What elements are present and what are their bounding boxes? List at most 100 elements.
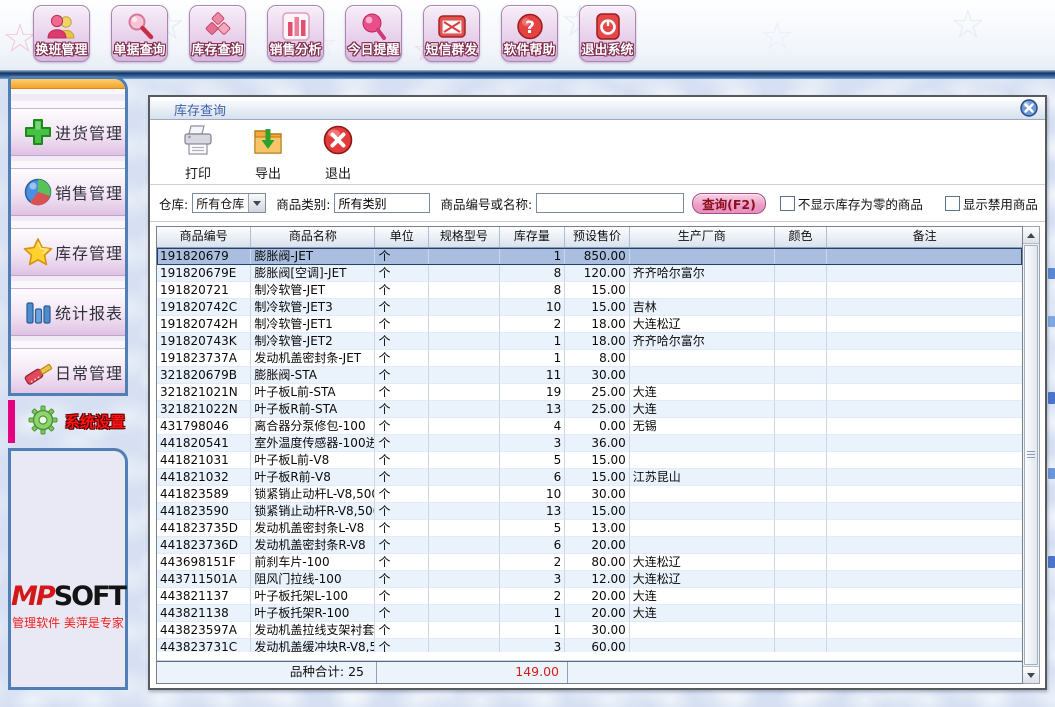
checkbox-icon[interactable] [780, 196, 795, 211]
column-header[interactable]: 规格型号 [429, 227, 500, 247]
table-row[interactable]: 443823731C发动机盖缓冲块R-V8,50个360.00 [157, 639, 1022, 652]
column-header[interactable]: 商品名称 [251, 227, 375, 247]
window-titlebar[interactable]: 库存查询 [150, 97, 1045, 120]
table-row[interactable]: 191820679E膨胀阀[空调]-JET个8120.00齐齐哈尔富尔 [157, 265, 1022, 282]
table-row[interactable]: 191820743K制冷软管-JET2个118.00齐齐哈尔富尔 [157, 333, 1022, 350]
table-row[interactable]: 191820679膨胀阀-JET个1850.00 [157, 248, 1022, 265]
table-row[interactable]: 441823590锁紧销止动杆R-V8,5000个1315.00 [157, 503, 1022, 520]
topbar-button-sales-analysis[interactable]: 销售分析 [267, 5, 324, 62]
hide-zero-stock-checkbox[interactable]: 不显示库存为零的商品 [780, 194, 923, 213]
table-row[interactable]: 441821032叶子板R前-V8个615.00江苏昆山 [157, 469, 1022, 486]
cell: 江苏昆山 [630, 469, 775, 486]
cell: 大连 [630, 605, 775, 622]
cell: 191820743K [157, 333, 251, 350]
cell: 441823589 [157, 486, 251, 503]
cell [827, 367, 1022, 384]
column-header[interactable]: 预设售价 [565, 227, 630, 247]
table-row[interactable]: 441823736D发动机盖密封条R-V8个620.00 [157, 537, 1022, 554]
topbar-button-document-query[interactable]: 单据查询 [111, 5, 168, 62]
top-toolbar: ☆ ☆ ☆ ☆ ☆ ☆ ☆ 换班管理 [0, 0, 1055, 70]
table-row[interactable]: 431798046离合器分泵修包-100个40.00无锡 [157, 418, 1022, 435]
chevron-down-icon[interactable] [248, 194, 265, 212]
scrollbar-thumb[interactable] [1024, 245, 1038, 665]
sidebar-item-label: 进货管理 [55, 120, 123, 144]
topbar-button-label: 单据查询 [113, 44, 165, 58]
sidebar-item-sales-management[interactable]: 销售管理 [11, 168, 125, 216]
print-button[interactable]: 打印 [170, 123, 226, 181]
checkbox-icon[interactable] [945, 196, 960, 211]
column-header[interactable]: 库存量 [500, 227, 566, 247]
table-row[interactable]: 441820541室外温度传感器-100进口个336.00 [157, 435, 1022, 452]
category-input[interactable] [334, 193, 430, 213]
table-row[interactable]: 443823597A发动机盖拉线支架衬套-个130.00 [157, 622, 1022, 639]
cell [827, 350, 1022, 367]
brand-panel: MPSOFT 管理软件 美萍是专家 [8, 448, 128, 690]
cell [630, 622, 775, 639]
exit-button[interactable]: 退出 [310, 123, 366, 181]
topbar-button-inventory-query[interactable]: 库存查询 [189, 5, 246, 62]
cell: 443711501A [157, 571, 251, 588]
cell: 个 [375, 282, 429, 299]
cell [827, 316, 1022, 333]
cell [630, 350, 775, 367]
cell: 20.00 [565, 605, 630, 622]
cell: 个 [375, 571, 429, 588]
query-button[interactable]: 查询(F2) [692, 193, 766, 214]
table-row[interactable]: 441821031叶子板L前-V8个515.00 [157, 452, 1022, 469]
cell: 441820541 [157, 435, 251, 452]
cell [429, 469, 500, 486]
column-header[interactable]: 备注 [827, 227, 1022, 247]
table-row[interactable]: 321821022N叶子板R前-STA个1325.00大连 [157, 401, 1022, 418]
cell: 8.00 [565, 350, 630, 367]
table-row[interactable]: 443821137叶子板托架L-100个220.00大连 [157, 588, 1022, 605]
inventory-query-window: 库存查询 打印 [148, 95, 1047, 690]
column-header[interactable]: 生产厂商 [630, 227, 775, 247]
column-header[interactable]: 颜色 [775, 227, 828, 247]
column-header[interactable]: 商品编号 [157, 227, 251, 247]
table-row[interactable]: 321820679B膨胀阀-STA个1130.00 [157, 367, 1022, 384]
scroll-up-button[interactable] [1023, 227, 1039, 244]
cell [827, 622, 1022, 639]
show-disabled-checkbox[interactable]: 显示禁用商品 [945, 194, 1038, 213]
scroll-down-button[interactable] [1023, 666, 1039, 683]
cell [827, 452, 1022, 469]
cell [775, 435, 828, 452]
warehouse-select[interactable]: 所有仓库 [192, 193, 266, 213]
table-row[interactable]: 191820742H制冷软管-JET1个218.00大连松辽 [157, 316, 1022, 333]
column-header[interactable]: 单位 [375, 227, 429, 247]
cell: 膨胀阀-JET [251, 248, 375, 265]
topbar-button-software-help[interactable]: ? 软件帮助 [501, 5, 558, 62]
vertical-scrollbar[interactable] [1023, 226, 1040, 684]
table-row[interactable]: 191820721制冷软管-JET个815.00 [157, 282, 1022, 299]
close-icon[interactable] [1020, 99, 1038, 117]
cell: 191820742H [157, 316, 251, 333]
table-row[interactable]: 443821138叶子板托架R-100个120.00大连 [157, 605, 1022, 622]
sidebar-item-purchase-management[interactable]: 进货管理 [11, 108, 125, 156]
cell: 80.00 [565, 554, 630, 571]
table-row[interactable]: 191823737A发动机盖密封条-JET个18.00 [157, 350, 1022, 367]
table-row[interactable]: 321821021N叶子板L前-STA个1925.00大连 [157, 384, 1022, 401]
cell [775, 350, 828, 367]
magenta-indicator [8, 400, 15, 443]
search-input[interactable] [536, 193, 684, 213]
cell: 个 [375, 299, 429, 316]
cell: 441821031 [157, 452, 251, 469]
sidebar-item-statistics-reports[interactable]: 统计报表 [11, 288, 125, 336]
cell: 443821138 [157, 605, 251, 622]
sidebar-item-inventory-management[interactable]: 库存管理 [11, 228, 125, 276]
sidebar-item-system-settings[interactable]: 系统设置 [8, 400, 128, 443]
topbar-button-sms-broadcast[interactable]: 短信群发 [423, 5, 480, 62]
cell: 2 [500, 316, 566, 333]
topbar-button-shift-management[interactable]: 换班管理 [33, 5, 90, 62]
cell [429, 265, 500, 282]
table-row[interactable]: 443698151F前刹车片-100个280.00大连松辽 [157, 554, 1022, 571]
export-button[interactable]: 导出 [240, 123, 296, 181]
table-row[interactable]: 441823735D发动机盖密封条L-V8个513.00 [157, 520, 1022, 537]
topbar-button-today-reminder[interactable]: 今日提醒 [345, 5, 402, 62]
table-row[interactable]: 191820742C制冷软管-JET3个1015.00吉林 [157, 299, 1022, 316]
topbar-button-exit-system[interactable]: 退出系统 [579, 5, 636, 62]
cell: 大连松辽 [630, 571, 775, 588]
table-row[interactable]: 443711501A阻风门拉线-100个312.00大连松辽 [157, 571, 1022, 588]
table-row[interactable]: 441823589锁紧销止动杆L-V8,5000个1030.00 [157, 486, 1022, 503]
sidebar-item-daily-management[interactable]: 日常管理 [11, 348, 125, 396]
